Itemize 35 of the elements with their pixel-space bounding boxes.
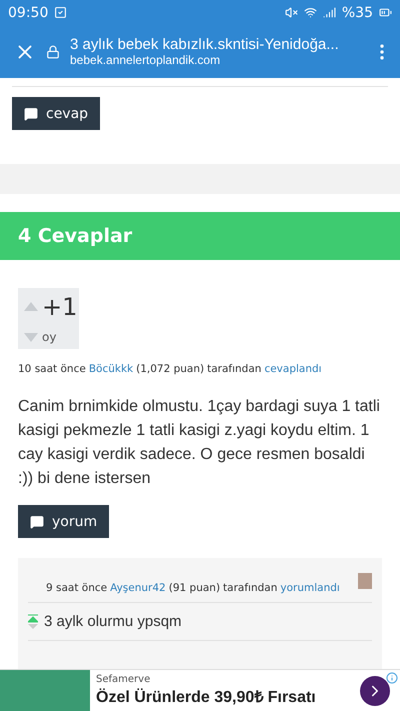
battery-icon bbox=[379, 6, 392, 19]
comment-text: 3 aylk olurmu ypsqm bbox=[44, 613, 182, 630]
user-link[interactable]: Böcükkk bbox=[88, 363, 134, 375]
time-text: 10 saat önce bbox=[18, 363, 86, 375]
avatar-thumbnail bbox=[358, 573, 372, 589]
ad-headline: Özel Ürünlerde 39,90₺ Fırsatı bbox=[96, 687, 317, 707]
points-text: (1,072 puan) bbox=[136, 363, 204, 375]
speech-bubble-icon bbox=[24, 106, 38, 120]
answers-header: 4 Cevaplar bbox=[0, 212, 400, 260]
points-text: (91 puan) bbox=[168, 582, 220, 594]
clock-text: 09:50 bbox=[8, 4, 48, 20]
action-link[interactable]: yorumlandı bbox=[280, 582, 340, 594]
time-text: 9 saat önce bbox=[46, 582, 108, 594]
battery-text: %35 bbox=[342, 4, 373, 20]
comment-button[interactable]: yorum bbox=[18, 505, 110, 538]
by-text: tarafından bbox=[223, 582, 278, 594]
mute-icon bbox=[284, 6, 298, 19]
answer-text: Canim brnimkide olmustu. 1çay bardagi suya 1 tatli kasigi pekmezle 1 tatli kasigi z.yagi koydu eltim. 1 cay kasigi verdik sadece. O gece resmen bosaldi :)) bi dene istersen bbox=[18, 397, 381, 489]
signal-icon bbox=[322, 6, 336, 19]
notification-icon bbox=[54, 6, 68, 19]
ad-open-button[interactable] bbox=[360, 676, 390, 706]
vote-count: +1 bbox=[42, 292, 78, 321]
advertiser-text: Sefamerve bbox=[96, 674, 152, 685]
ad-banner[interactable]: Sefamerve Özel Ürünlerde 39,90₺ Fırsatı bbox=[0, 669, 400, 711]
reply-button[interactable]: cevap bbox=[12, 97, 100, 130]
action-link[interactable]: cevaplandı bbox=[264, 363, 322, 375]
lock-icon bbox=[46, 44, 60, 58]
vote-arrows-icon bbox=[28, 614, 38, 630]
page-title: 3 aylık bebek kabızlık.skntisi-Yenidoğa... bbox=[70, 36, 340, 53]
speech-bubble-icon bbox=[30, 514, 44, 528]
url-text: bebek.annelertoplandik.com bbox=[70, 53, 222, 67]
vote-label: oy bbox=[42, 330, 58, 344]
info-icon[interactable] bbox=[386, 672, 398, 684]
by-text: tarafından bbox=[207, 363, 262, 375]
user-link[interactable]: Ayşenur42 bbox=[110, 582, 166, 594]
